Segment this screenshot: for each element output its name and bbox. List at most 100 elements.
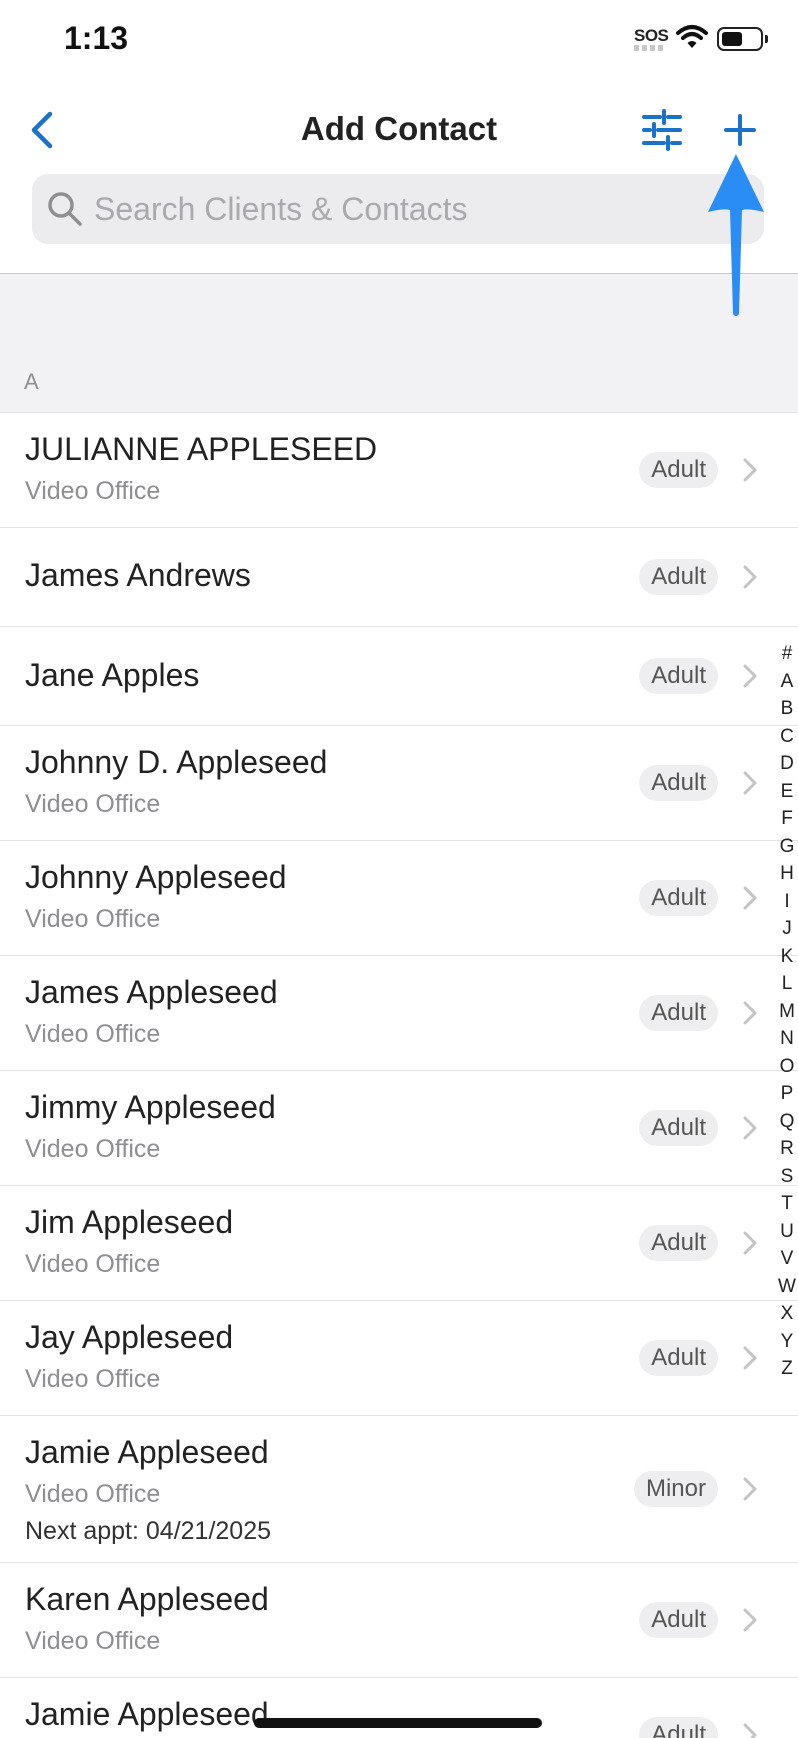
contact-name: Jane Apples (25, 657, 200, 693)
index-letter[interactable]: L (776, 970, 798, 998)
contact-row[interactable]: Jimmy Appleseed Video Office Adult (0, 1070, 798, 1185)
contact-location: Video Office (25, 1480, 161, 1508)
chevron-right-icon (743, 1346, 757, 1370)
contact-location: Video Office (25, 1365, 161, 1393)
chevron-right-icon (743, 1116, 757, 1140)
sliders-icon (642, 109, 682, 151)
contact-row[interactable]: Jay Appleseed Video Office Adult (0, 1300, 798, 1415)
contact-location: Video Office (25, 1250, 161, 1278)
index-letter[interactable]: R (776, 1135, 798, 1163)
chevron-right-icon (743, 458, 757, 482)
index-letter[interactable]: K (776, 943, 798, 971)
contact-row[interactable]: Jim Appleseed Video Office Adult (0, 1185, 798, 1300)
contact-location: Video Office (25, 1627, 161, 1655)
contact-row[interactable]: Jamie Appleseed Adult (0, 1677, 798, 1738)
contact-name: Jimmy Appleseed (25, 1089, 276, 1125)
age-badge: Adult (639, 880, 718, 916)
index-letter[interactable]: B (776, 695, 798, 723)
search-bar[interactable] (32, 174, 764, 244)
age-badge: Adult (639, 1110, 718, 1146)
contact-name: Jamie Appleseed (25, 1434, 269, 1470)
contact-name: Jamie Appleseed (25, 1696, 269, 1732)
contact-row[interactable]: James Andrews Adult (0, 527, 798, 626)
contact-row[interactable]: Jane Apples Adult (0, 626, 798, 725)
contact-name: James Andrews (25, 557, 251, 593)
battery-icon (717, 27, 763, 51)
age-badge: Adult (639, 452, 718, 488)
next-appointment: Next appt: 04/21/2025 (25, 1517, 272, 1545)
index-letter[interactable]: M (776, 998, 798, 1026)
contact-row[interactable]: Johnny Appleseed Video Office Adult (0, 840, 798, 955)
chevron-right-icon (743, 664, 757, 688)
index-letter[interactable]: S (776, 1163, 798, 1191)
alphabet-index[interactable]: # A B C D E F G H I J K L M N O P Q R S T U V W X Y Z (776, 640, 798, 1383)
index-letter[interactable]: J (776, 915, 798, 943)
index-letter[interactable]: N (776, 1025, 798, 1053)
age-badge: Adult (639, 1602, 718, 1638)
contact-row[interactable]: Johnny D. Appleseed Video Office Adult (0, 725, 798, 840)
contact-name: Jay Appleseed (25, 1319, 234, 1355)
chevron-right-icon (743, 771, 757, 795)
contact-name: James Appleseed (25, 974, 278, 1010)
wifi-icon (676, 25, 708, 48)
age-badge: Adult (639, 1340, 718, 1376)
age-badge: Adult (639, 658, 718, 694)
index-letter[interactable]: Q (776, 1108, 798, 1136)
index-letter[interactable]: Z (776, 1355, 798, 1383)
chevron-right-icon (743, 1001, 757, 1025)
signal-dots-icon (634, 45, 666, 51)
age-badge: Adult (639, 1717, 718, 1738)
add-contact-button[interactable] (720, 108, 760, 152)
back-button[interactable] (24, 106, 64, 154)
index-letter[interactable]: O (776, 1053, 798, 1081)
index-letter[interactable]: # (776, 640, 798, 668)
age-badge: Minor (633, 1471, 718, 1507)
chevron-left-icon (31, 111, 53, 149)
index-letter[interactable]: A (776, 668, 798, 696)
chevron-right-icon (743, 1723, 757, 1738)
nav-bar: Add Contact (0, 90, 798, 170)
plus-icon (724, 114, 756, 146)
chevron-right-icon (743, 1608, 757, 1632)
status-time: 1:13 (64, 20, 129, 56)
index-letter[interactable]: P (776, 1080, 798, 1108)
arrow-up-icon (708, 154, 764, 316)
index-letter[interactable]: H (776, 860, 798, 888)
index-letter[interactable]: X (776, 1300, 798, 1328)
search-icon (48, 192, 82, 226)
index-letter[interactable]: V (776, 1245, 798, 1273)
filter-button[interactable] (640, 108, 684, 152)
section-letter: A (24, 369, 39, 394)
contact-location: Video Office (25, 1020, 161, 1048)
index-letter[interactable]: W (776, 1273, 798, 1301)
index-letter[interactable]: T (776, 1190, 798, 1218)
age-badge: Adult (639, 995, 718, 1031)
home-indicator (254, 1718, 542, 1728)
index-letter[interactable]: D (776, 750, 798, 778)
sos-indicator: SOS (634, 26, 669, 45)
index-letter[interactable]: C (776, 723, 798, 751)
contact-location: Video Office (25, 905, 161, 933)
contact-row[interactable]: Jamie Appleseed Video Office Next appt: … (0, 1415, 798, 1562)
contact-name: Karen Appleseed (25, 1581, 269, 1617)
age-badge: Adult (639, 1225, 718, 1261)
contact-name: Johnny D. Appleseed (25, 744, 328, 780)
contact-name: Johnny Appleseed (25, 859, 287, 895)
index-letter[interactable]: I (776, 888, 798, 916)
chevron-right-icon (743, 1477, 757, 1501)
contact-row[interactable]: JULIANNE APPLESEED Video Office Adult (0, 412, 798, 527)
index-letter[interactable]: F (776, 805, 798, 833)
chevron-right-icon (743, 565, 757, 589)
index-letter[interactable]: E (776, 778, 798, 806)
index-letter[interactable]: Y (776, 1328, 798, 1356)
search-input[interactable] (94, 174, 714, 244)
contact-location: Video Office (25, 477, 161, 505)
contact-row[interactable]: Karen Appleseed Video Office Adult (0, 1562, 798, 1677)
chevron-right-icon (743, 886, 757, 910)
contact-row[interactable]: James Appleseed Video Office Adult (0, 955, 798, 1070)
section-header: A (0, 274, 798, 412)
age-badge: Adult (639, 765, 718, 801)
battery-cap (765, 35, 768, 43)
index-letter[interactable]: G (776, 833, 798, 861)
index-letter[interactable]: U (776, 1218, 798, 1246)
